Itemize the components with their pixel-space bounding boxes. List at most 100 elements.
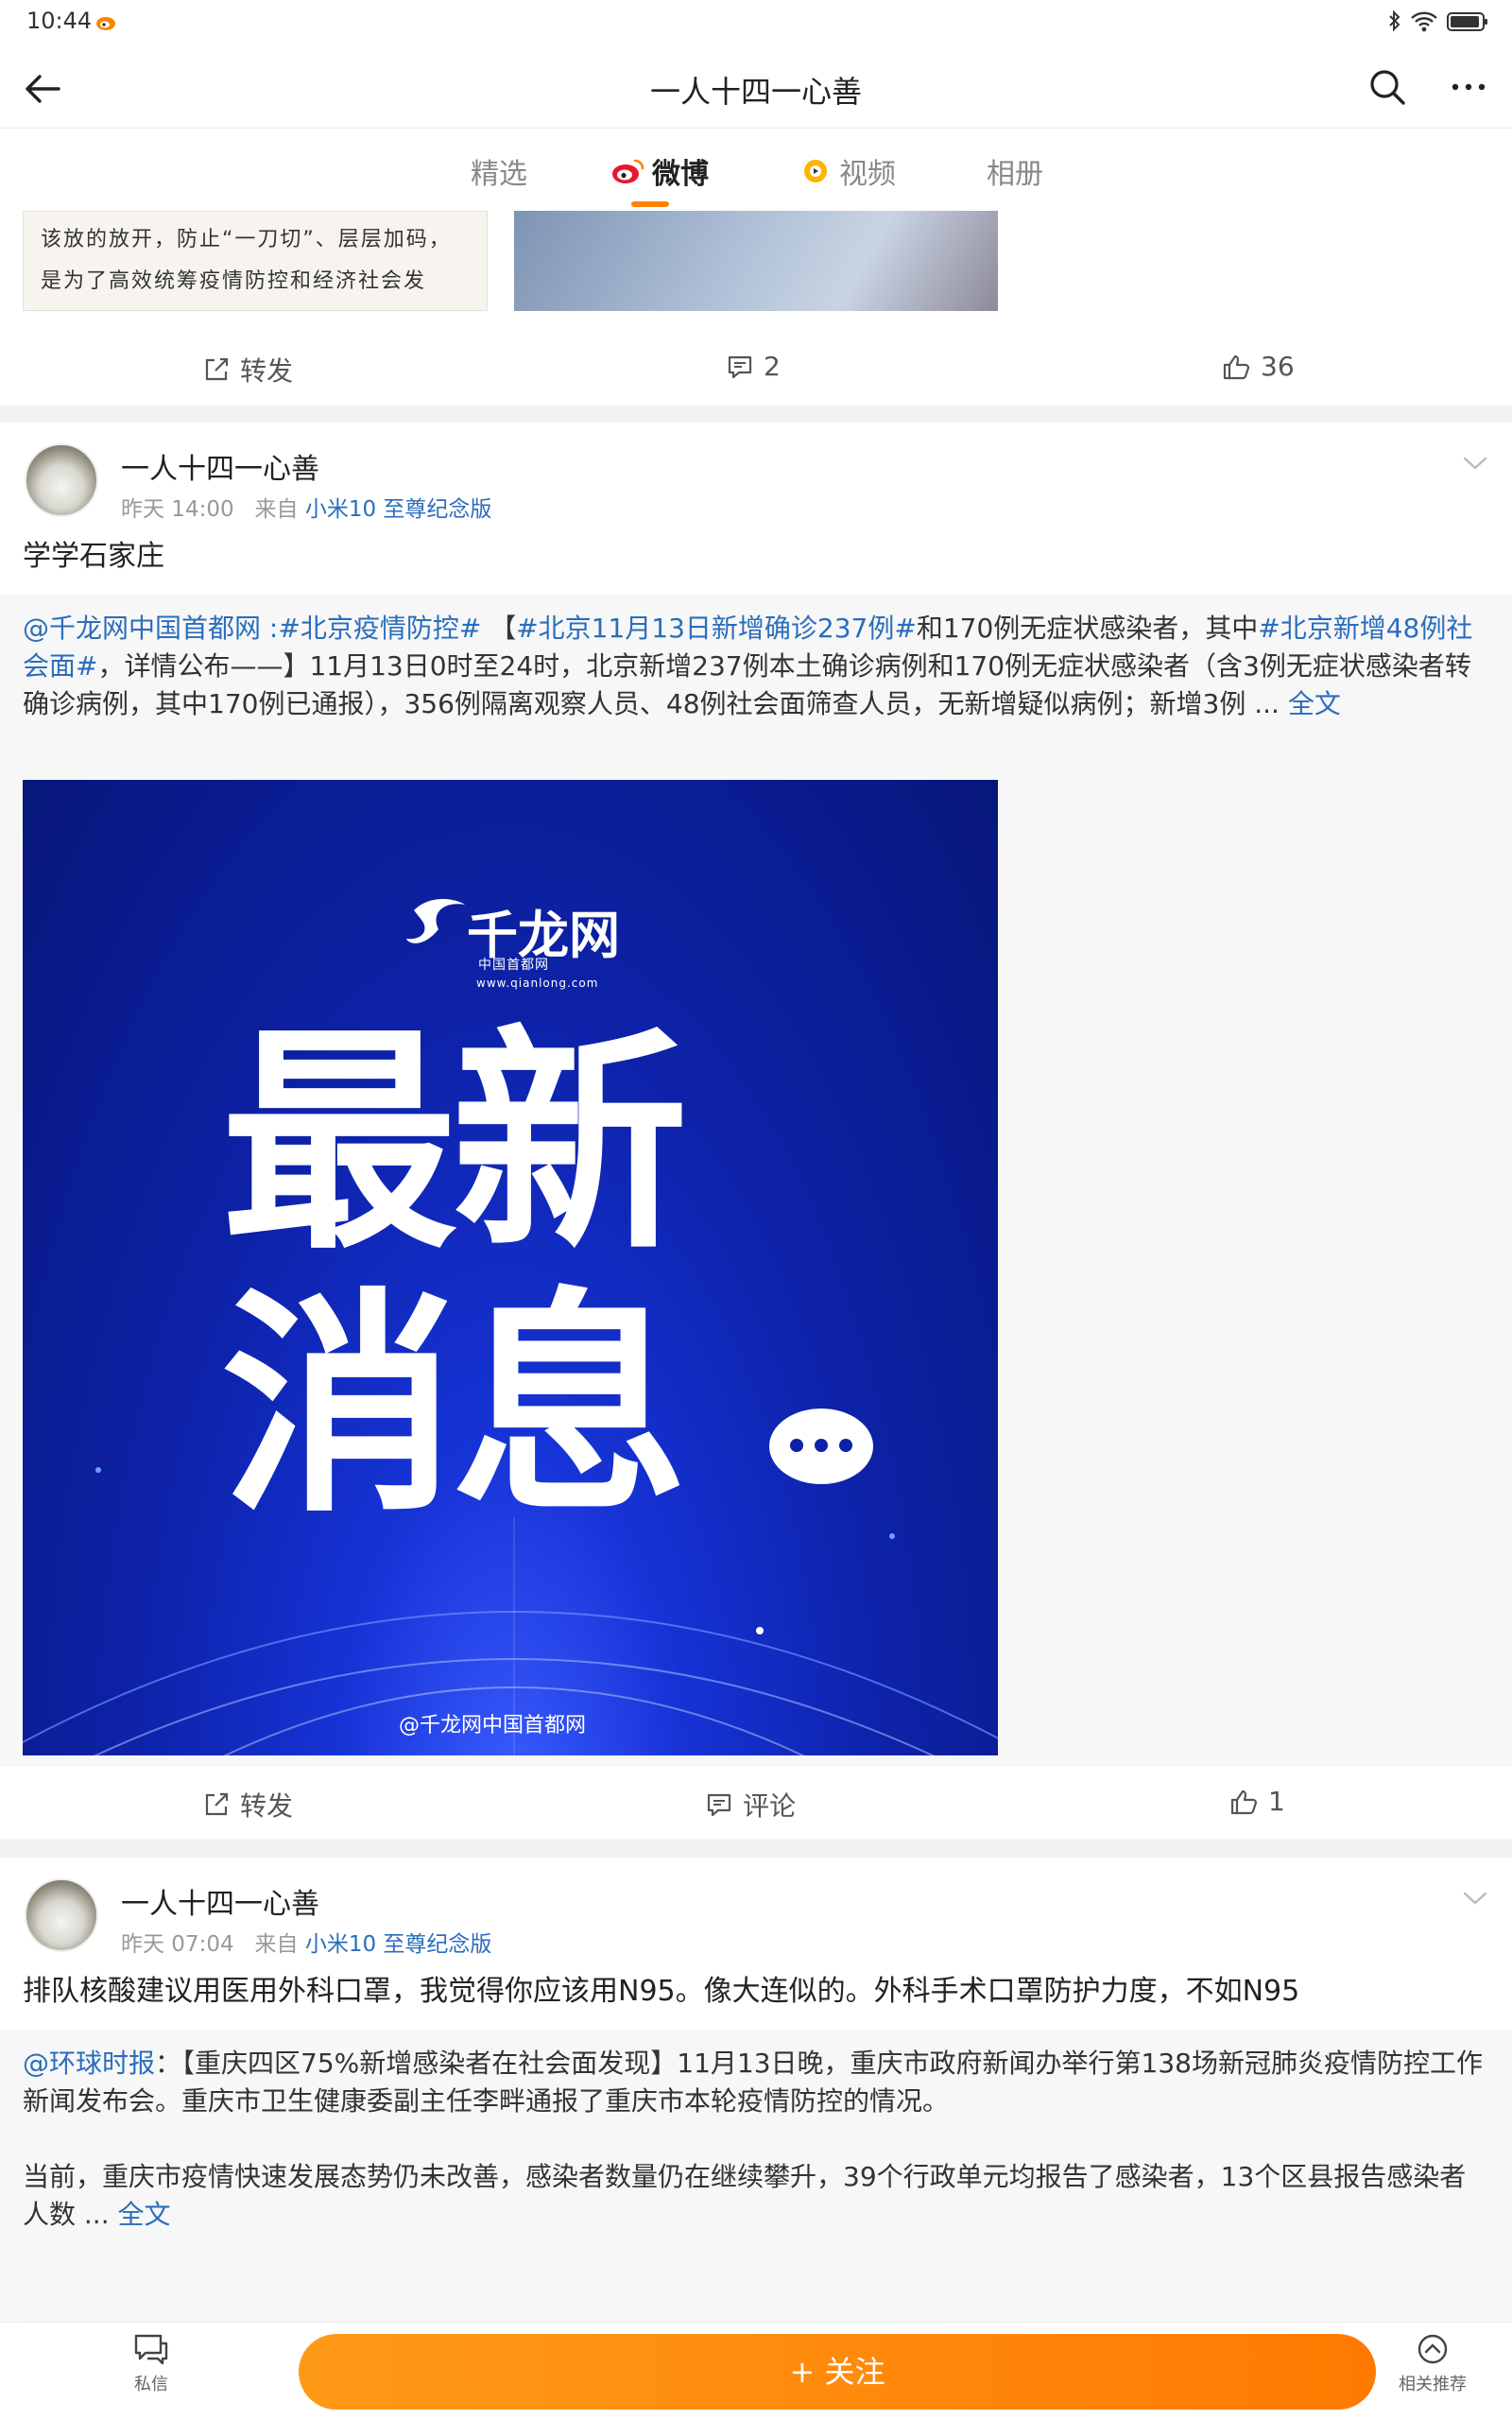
text-segment: 和170例无症状感染者，其中 [916,613,1259,644]
thumbs-up-icon [1223,354,1250,379]
post-meta: 昨天 07:04 来自 小米10 至尊纪念版 [121,1926,491,1958]
battery-icon [1447,12,1487,31]
comment-button[interactable]: 评论 [705,1786,796,1824]
like-button[interactable]: 36 [1221,351,1295,382]
reposted-text: @环球时报：【重庆四区75%新增感染者在社会面发现】11月13日晚，重庆市政府新… [23,2045,1489,2120]
news-image[interactable]: 千龙网 中国首都网 www.qianlong.com 最新 消息 @千龙网中国首… [23,780,998,1755]
username[interactable]: 一人十四一心善 [121,1880,319,1922]
qianlong-logo-icon [406,898,465,943]
text-segment: ，详情公布——】11月13日0时至24时，北京新增237例本土确诊病例和170例… [23,650,1471,719]
bottom-action-bar: 私信 + 关注 相关推荐 [0,2322,1512,2420]
tab-featured[interactable]: 精选 [471,150,527,192]
full-text-link[interactable]: 全文 [1288,688,1341,719]
status-bar: 10:44 [0,0,1512,49]
repost-label: 转发 [240,355,294,387]
recommend-icon [1418,2334,1448,2364]
tab-video-label: 视频 [839,158,896,191]
more-options-icon[interactable] [1446,64,1491,110]
reposted-text: 当前，重庆市疫情快速发展态势仍未改善，感染者数量仍在继续攀升，39个行政单元均报… [23,2158,1489,2234]
image-watermark: @千龙网中国首都网 [399,1714,587,1737]
post-source[interactable]: 小米10 至尊纪念版 [305,1932,492,1957]
repost-icon [205,357,229,381]
news-headline-line1: 最新 [221,1003,688,1281]
text-segment: 当前，重庆市疫情快速发展态势仍未改善，感染者数量仍在继续攀升，39个行政单元均报… [23,2161,1467,2230]
page-title: 一人十四一心善 [649,74,862,110]
comment-button[interactable]: 2 [726,351,781,382]
avatar[interactable] [25,1878,98,1952]
profile-tabs: 精选 微博 视频 相册 [0,130,1512,211]
follow-button[interactable]: + 关注 [299,2334,1376,2410]
text-segment: 【 [481,613,517,644]
tab-featured-label: 精选 [471,158,527,191]
news-logo-url: www.qianlong.com [476,977,599,990]
post-time: 昨天 14:00 [121,497,234,522]
comment-icon [728,355,752,378]
weibo-status-icon [96,17,115,30]
source-prefix: 来自 [254,1932,299,1957]
comment-count: 2 [764,351,781,382]
photo-thumbnail[interactable] [514,211,998,311]
message-label: 私信 [134,2375,168,2394]
like-count: 1 [1268,1786,1285,1817]
topic-link[interactable]: #北京11月13日新增确诊237例# [516,613,917,644]
reposted-content[interactable]: @千龙网中国首都网 :#北京疫情防控# 【#北京11月13日新增确诊237例#和… [0,595,1512,1905]
comment-icon [707,1793,731,1817]
message-icon [134,2334,168,2365]
post-source[interactable]: 小米10 至尊纪念版 [305,497,492,522]
weibo-logo-icon [612,159,644,183]
news-headline-line2: 消息 [221,1266,688,1544]
previous-post-images: 该放的放开，防止“一刀切”、层层加码，是为了高效统筹疫情防控和经济社会发展，最大… [23,211,998,311]
related-recommend-button[interactable]: 相关推荐 [1376,2332,1489,2395]
topic-link[interactable]: #北京疫情防控# [278,613,481,644]
reposted-content[interactable]: @环球时报：【重庆四区75%新增感染者在社会面发现】11月13日晚，重庆市政府新… [0,2030,1512,2325]
bluetooth-icon [1389,9,1400,32]
tab-album-label: 相册 [987,158,1043,191]
text-image-content: 该放的放开，防止“一刀切”、层层加码，是为了高效统筹疫情防控和经济社会发展，最大… [41,228,452,293]
thumbs-up-icon [1230,1789,1258,1814]
status-icons [1387,9,1489,34]
wifi-icon [1411,11,1437,32]
previous-post-actions: 转发 2 36 [0,332,1512,404]
like-count: 36 [1261,351,1295,382]
avatar[interactable] [25,443,98,517]
message-button[interactable]: 私信 [94,2332,208,2395]
repost-button[interactable]: 转发 [202,351,293,389]
news-logo-subtitle: 中国首都网 [478,958,549,973]
chevron-down-icon[interactable] [1459,1882,1491,1914]
post-time: 昨天 07:04 [121,1932,234,1957]
chevron-down-icon[interactable] [1459,447,1491,479]
post-divider [0,1841,1512,1858]
related-recommend-label: 相关推荐 [1399,2375,1467,2394]
tab-album[interactable]: 相册 [987,150,1043,192]
repost-button[interactable]: 转发 [202,1786,293,1824]
active-tab-indicator [631,201,669,207]
speech-bubble-icon [769,1409,873,1484]
username[interactable]: 一人十四一心善 [121,445,319,487]
tab-weibo-label: 微博 [652,158,709,191]
post-text: 学学石家庄 [23,540,164,573]
source-prefix: 来自 [254,497,299,522]
reposted-text: @千龙网中国首都网 :#北京疫情防控# 【#北京11月13日新增确诊237例#和… [23,610,1489,723]
repost-image-placeholder[interactable] [23,2249,998,2325]
full-text-link[interactable]: 全文 [118,2199,171,2230]
text-segment: ：【重庆四区75%新增感染者在社会面发现】11月13日晚，重庆市政府新闻办举行第… [23,2048,1483,2117]
comment-label: 评论 [743,1790,797,1822]
mention-link[interactable]: @千龙网中国首都网 [23,613,261,644]
post-text: 排队核酸建议用医用外科口罩，我觉得你应该用N95。像大连似的。外科手术口罩防护力… [23,1975,1300,2008]
tab-video[interactable]: 视频 [799,150,896,192]
status-time: 10:44 [26,8,93,34]
repost-label: 转发 [240,1790,294,1822]
post-meta: 昨天 14:00 来自 小米10 至尊纪念版 [121,491,491,523]
weibo-post: 一人十四一心善 昨天 07:04 来自 小米10 至尊纪念版 排队核酸建议用医用… [0,1858,1512,2325]
video-icon [804,160,827,182]
like-button[interactable]: 1 [1228,1786,1285,1817]
post-divider [0,406,1512,423]
search-icon[interactable] [1365,64,1410,110]
weibo-post: 一人十四一心善 昨天 14:00 来自 小米10 至尊纪念版 学学石家庄 @千龙… [0,423,1512,1977]
tab-weibo[interactable]: 微博 [610,150,709,192]
mention-separator: : [261,613,279,644]
repost-icon [205,1792,229,1816]
top-navigation-bar: 一人十四一心善 [0,49,1512,129]
text-image-thumbnail[interactable]: 该放的放开，防止“一刀切”、层层加码，是为了高效统筹疫情防控和经济社会发展，最大… [23,211,488,311]
mention-link[interactable]: @环球时报 [23,2048,155,2079]
